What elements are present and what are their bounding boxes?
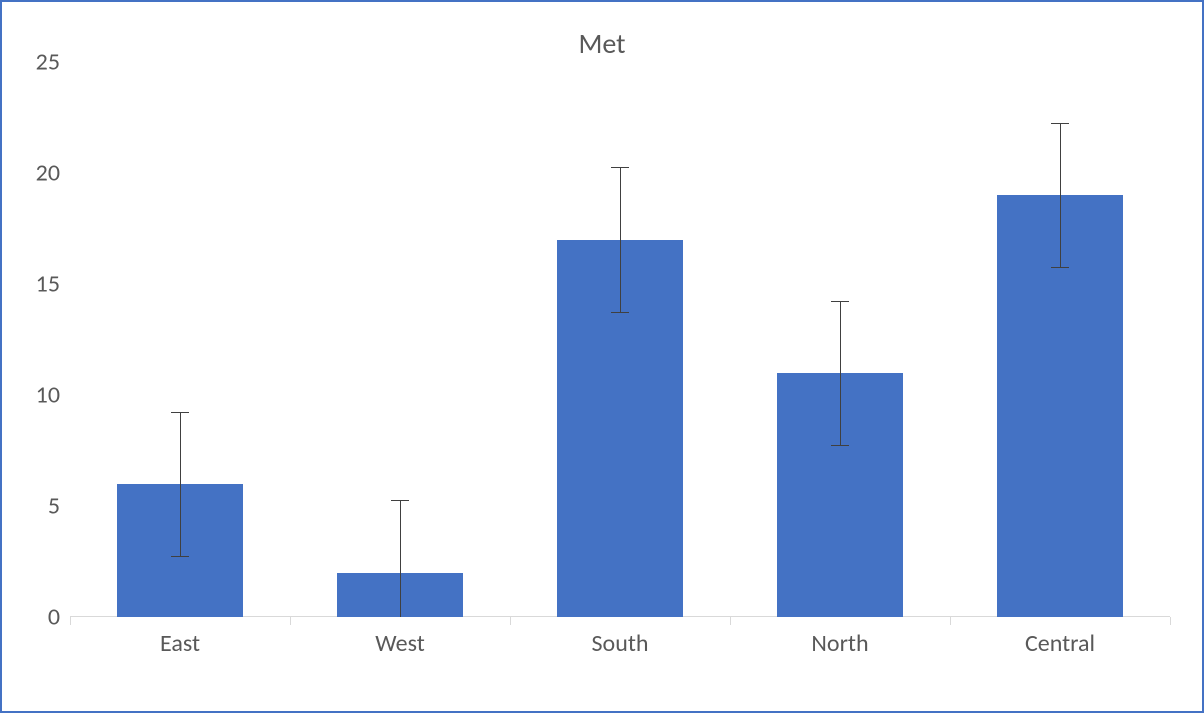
x-category-label: North bbox=[811, 629, 868, 658]
error-cap bbox=[1051, 123, 1069, 124]
error-cap bbox=[171, 412, 189, 413]
error-bar bbox=[1060, 123, 1061, 267]
x-category-label: East bbox=[160, 629, 200, 658]
y-tick-label: 25 bbox=[10, 48, 60, 77]
x-tick bbox=[290, 617, 291, 625]
x-tick bbox=[730, 617, 731, 625]
y-tick-label: 15 bbox=[10, 270, 60, 299]
y-tick-label: 0 bbox=[10, 603, 60, 632]
plot-area: 0510152025EastWestSouthNorthCentral bbox=[70, 62, 1170, 617]
y-tick-label: 5 bbox=[10, 492, 60, 521]
x-tick bbox=[1170, 617, 1171, 625]
y-tick-label: 20 bbox=[10, 159, 60, 188]
error-cap bbox=[171, 556, 189, 557]
error-cap bbox=[391, 500, 409, 501]
chart-title: Met bbox=[2, 26, 1202, 61]
error-cap bbox=[831, 301, 849, 302]
error-bar bbox=[400, 500, 401, 617]
x-tick bbox=[70, 617, 71, 625]
x-tick bbox=[510, 617, 511, 625]
error-bar bbox=[620, 167, 621, 311]
error-bar bbox=[180, 412, 181, 556]
error-bar bbox=[840, 301, 841, 445]
y-tick-label: 10 bbox=[10, 381, 60, 410]
x-category-label: West bbox=[375, 629, 425, 658]
x-category-label: South bbox=[592, 629, 649, 658]
error-cap bbox=[831, 445, 849, 446]
error-cap bbox=[611, 167, 629, 168]
x-category-label: Central bbox=[1025, 629, 1095, 658]
error-cap bbox=[1051, 267, 1069, 268]
x-tick bbox=[950, 617, 951, 625]
chart-container: Met 0510152025EastWestSouthNorthCentral bbox=[0, 0, 1204, 713]
error-cap bbox=[611, 312, 629, 313]
